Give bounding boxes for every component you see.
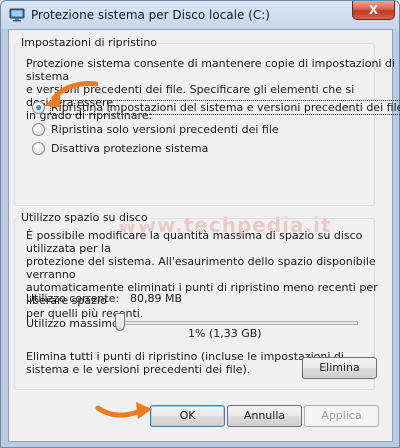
current-usage-value: 80,89 MB (130, 292, 183, 305)
arrow-annotation-icon (44, 81, 98, 107)
delete-button[interactable]: Elimina (302, 357, 377, 379)
apply-button: Applica (304, 405, 379, 427)
description-line: Elimina tutti i punti di ripristino (inc… (26, 350, 344, 363)
close-icon: X (368, 3, 379, 17)
cancel-button[interactable]: Annulla (227, 405, 302, 427)
radio-disable-protection[interactable]: Disattiva protezione sistema (32, 142, 212, 156)
radio-button[interactable] (32, 123, 45, 136)
radio-label: Ripristina solo versioni precedenti dei … (51, 123, 279, 136)
title-bar[interactable]: Protezione sistema per Disco locale (C:)… (1, 1, 399, 29)
radio-label: Ripristina impostazioni del sistema e ve… (49, 100, 400, 115)
radio-button[interactable] (32, 142, 45, 155)
description-line: sistema e le versioni precedenti dei fil… (26, 363, 251, 376)
description-line: È possibile modificare la quantità massi… (26, 229, 363, 255)
disk-usage-legend: Utilizzo spazio su disco (19, 211, 150, 224)
max-usage-label: Utilizzo massimo: (26, 317, 123, 330)
description-line: protezione del sistema. All'esaurimento … (26, 255, 376, 281)
delete-description: Elimina tutti i punti di ripristino (inc… (26, 350, 344, 376)
radio-restore-files-only[interactable]: Ripristina solo versioni precedenti dei … (32, 123, 279, 137)
max-usage-slider-track[interactable] (118, 321, 358, 325)
current-usage-label: Utilizzo corrente: (26, 292, 120, 305)
close-button[interactable]: X (352, 1, 395, 20)
ok-button[interactable]: OK (150, 405, 225, 427)
disk-usage-description: È possibile modificare la quantità massi… (26, 229, 400, 320)
max-usage-value: 1% (1,33 GB) (188, 327, 262, 340)
radio-label: Disattiva protezione sistema (51, 142, 209, 155)
computer-shield-icon (9, 7, 25, 23)
window-title: Protezione sistema per Disco locale (C:) (31, 8, 270, 22)
arrow-annotation-icon (95, 402, 152, 419)
restore-settings-legend: Impostazioni di ripristino (19, 36, 160, 49)
max-usage-slider-thumb[interactable] (115, 313, 125, 331)
